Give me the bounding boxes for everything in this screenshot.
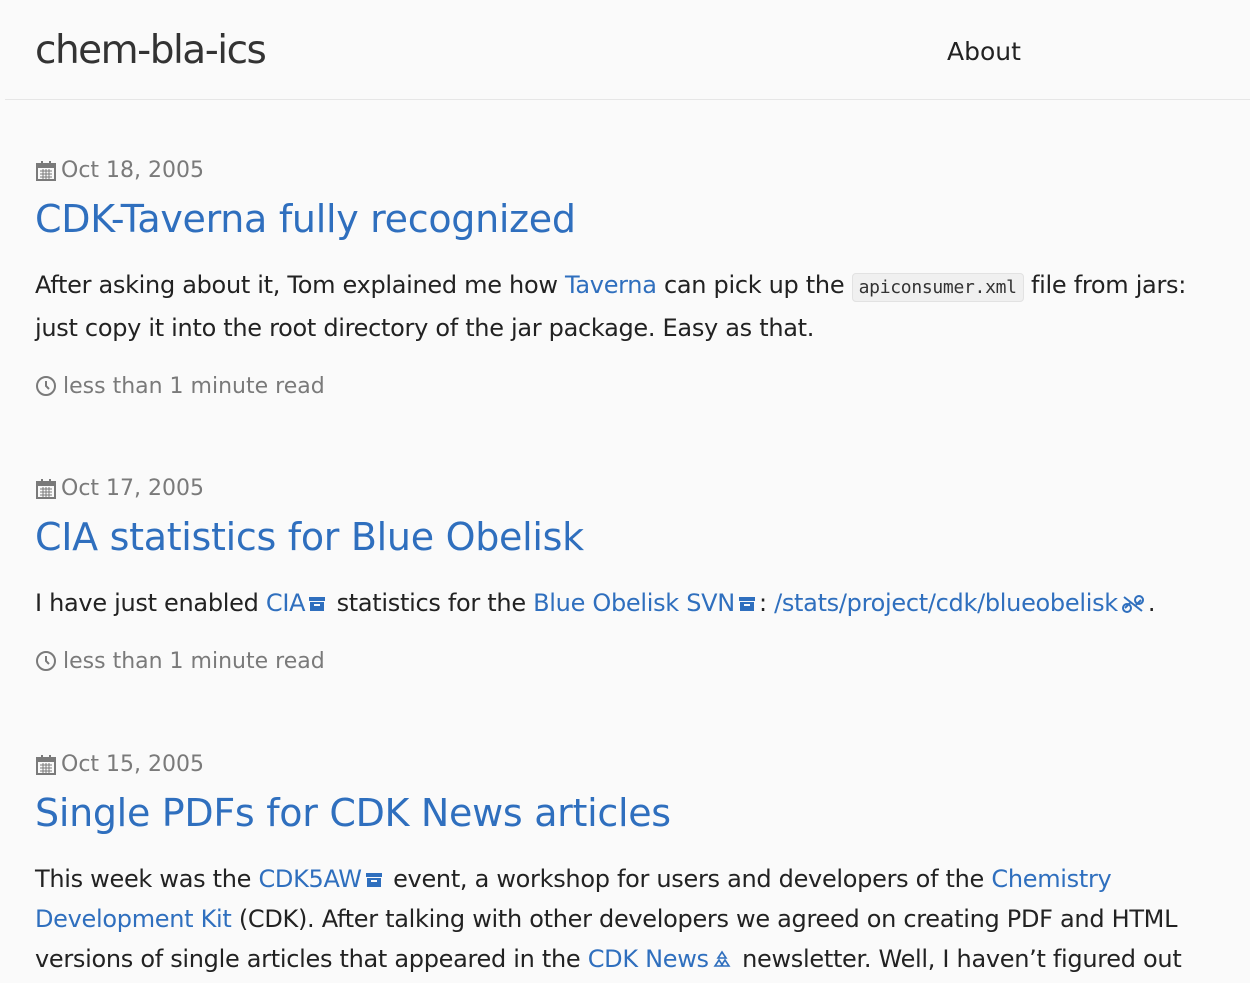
site-title-link[interactable]: chem-bla-ics bbox=[35, 28, 267, 73]
post-title-link[interactable]: CIA statistics for Blue Obelisk bbox=[35, 513, 1235, 561]
clock-icon bbox=[36, 651, 56, 671]
nav-about-link[interactable]: About bbox=[947, 37, 1021, 66]
post-item: Oct 18, 2005 CDK-Taverna fully recognize… bbox=[35, 157, 1235, 400]
excerpt-text: newsletter. Well, I haven’t figured out bbox=[734, 945, 1182, 973]
excerpt-text: statistics for the bbox=[329, 589, 534, 617]
post-date: Oct 15, 2005 bbox=[35, 751, 1235, 779]
post-date-text: Oct 15, 2005 bbox=[61, 752, 204, 777]
post-item: Oct 15, 2005 Single PDFs for CDK News ar… bbox=[35, 751, 1235, 979]
post-date-text: Oct 17, 2005 bbox=[61, 476, 204, 501]
recycle-icon[interactable] bbox=[712, 950, 732, 970]
clock-icon bbox=[36, 376, 56, 396]
archive-icon[interactable] bbox=[308, 596, 326, 612]
cdk-news-link[interactable]: CDK News bbox=[588, 945, 709, 973]
post-date-text: Oct 18, 2005 bbox=[61, 158, 204, 183]
calendar-icon bbox=[36, 755, 56, 775]
post-title-link[interactable]: Single PDFs for CDK News articles bbox=[35, 789, 1235, 837]
broken-link-icon[interactable] bbox=[1121, 594, 1145, 614]
read-time-text: less than 1 minute read bbox=[63, 373, 325, 399]
read-time: less than 1 minute read bbox=[35, 647, 1235, 675]
taverna-link[interactable]: Taverna bbox=[565, 271, 657, 299]
archive-icon[interactable] bbox=[738, 596, 756, 612]
post-item: Oct 17, 2005 CIA statistics for Blue Obe… bbox=[35, 475, 1235, 675]
excerpt-text: . bbox=[1147, 589, 1156, 617]
post-date: Oct 17, 2005 bbox=[35, 475, 1235, 503]
cdk5aw-link[interactable]: CDK5AW bbox=[258, 865, 362, 893]
blue-obelisk-svn-link[interactable]: Blue Obelisk SVN bbox=[533, 589, 735, 617]
post-date: Oct 18, 2005 bbox=[35, 157, 1235, 185]
read-time-text: less than 1 minute read bbox=[63, 648, 325, 674]
read-time: less than 1 minute read bbox=[35, 372, 1235, 400]
archive-icon[interactable] bbox=[365, 872, 383, 888]
post-title-link[interactable]: CDK-Taverna fully recognized bbox=[35, 195, 1235, 243]
cia-link[interactable]: CIA bbox=[266, 589, 306, 617]
excerpt-text: I have just enabled bbox=[35, 589, 266, 617]
post-excerpt: After asking about it, Tom explained me … bbox=[35, 265, 1235, 348]
excerpt-text: This week was the bbox=[35, 865, 259, 893]
post-excerpt: This week was the CDK5AW event, a worksh… bbox=[35, 859, 1235, 979]
calendar-icon bbox=[36, 161, 56, 181]
stats-link[interactable]: /stats/project/cdk/blueobelisk bbox=[774, 589, 1118, 617]
code-snippet: apiconsumer.xml bbox=[851, 273, 1024, 302]
masthead: chem-bla-ics About bbox=[5, 0, 1250, 100]
calendar-icon bbox=[36, 479, 56, 499]
excerpt-text: : bbox=[758, 589, 775, 617]
excerpt-text: After asking about it, Tom explained me … bbox=[35, 271, 565, 299]
excerpt-text: event, a workshop for users and develope… bbox=[385, 865, 992, 893]
excerpt-text: can pick up the bbox=[656, 271, 852, 299]
post-excerpt: I have just enabled CIA statistics for t… bbox=[35, 583, 1235, 623]
